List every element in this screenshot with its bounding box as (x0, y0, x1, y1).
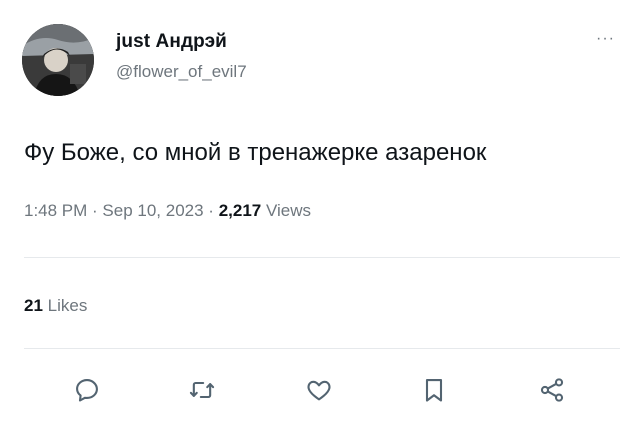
divider (24, 257, 620, 258)
likes-count: 21 (24, 296, 43, 315)
avatar[interactable] (22, 24, 94, 96)
tweet-text: Фу Боже, со мной в тренажерке азаренок (24, 139, 487, 166)
reply-button[interactable] (71, 374, 103, 406)
display-name[interactable]: just Андрэй (116, 31, 227, 53)
views-count: 2,217 (218, 201, 262, 220)
like-button[interactable] (303, 374, 335, 406)
more-options-button[interactable]: ··· (596, 30, 615, 48)
meta-separator: · (203, 201, 219, 220)
views-label: Views (265, 201, 312, 220)
heart-icon (307, 380, 331, 401)
user-handle[interactable]: @flower_of_evil7 (116, 62, 247, 82)
share-icon (540, 378, 564, 402)
reply-icon (76, 379, 98, 402)
share-button[interactable] (536, 374, 568, 406)
bookmark-button[interactable] (418, 374, 450, 406)
likes-label: Likes (47, 296, 88, 315)
more-icon: ··· (596, 30, 615, 47)
retweet-icon (189, 381, 215, 399)
meta-separator: · (87, 201, 103, 220)
tweet-date[interactable]: Sep 10, 2023 (102, 201, 203, 220)
retweet-button[interactable] (186, 374, 218, 406)
tweet-card: just Андрэй @flower_of_evil7 ··· Фу Боже… (0, 0, 644, 430)
bookmark-icon (425, 379, 443, 402)
divider (24, 348, 620, 349)
profile-photo-icon (22, 24, 94, 96)
tweet-time[interactable]: 1:48 PM (24, 201, 87, 220)
likes-stat[interactable]: 21 Likes (24, 296, 87, 316)
tweet-meta: 1:48 PM · Sep 10, 2023 · 2,217 Views (24, 201, 311, 221)
